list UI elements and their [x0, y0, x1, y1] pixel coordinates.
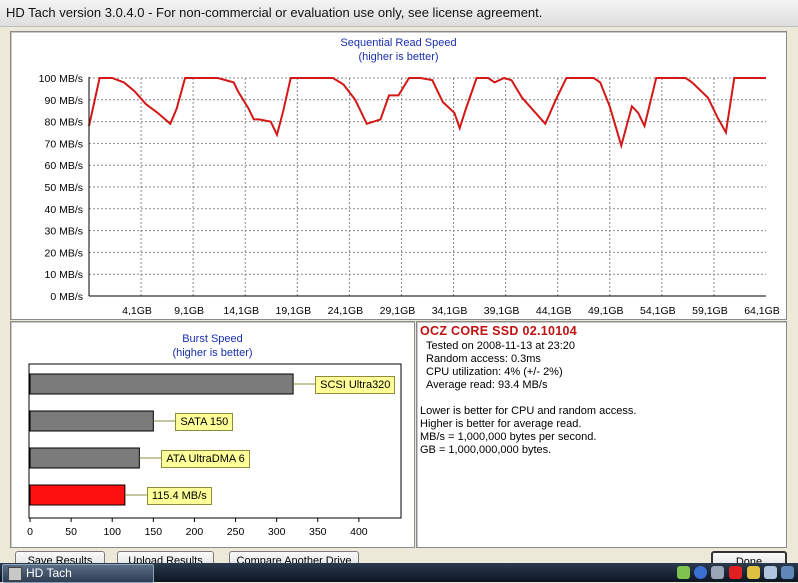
y-tick-label: 40 MB/s	[44, 204, 83, 216]
note-gb-definition: GB = 1,000,000,000 bytes.	[420, 444, 552, 456]
x-tick-label: 64,1GB	[744, 305, 780, 317]
x-tick-label: 19,1GB	[276, 305, 312, 317]
burst-x-tick-label: 0	[27, 526, 33, 538]
y-tick-label: 0 MB/s	[50, 291, 83, 303]
burst-x-tick-label: 100	[103, 526, 121, 538]
burst-speed-panel: Burst Speed (higher is better) 0 50 100 150…	[10, 321, 415, 548]
hdtach-app-icon	[8, 567, 22, 581]
y-tick-label: 50 MB/s	[44, 182, 83, 194]
cpu-utilization: CPU utilization: 4% (+/- 2%)	[426, 366, 563, 378]
note-lower-better: Lower is better for CPU and random acces…	[420, 405, 637, 417]
burst-x-tick-label: 400	[350, 526, 368, 538]
bar-current-drive	[29, 484, 126, 506]
x-tick-label: 4,1GB	[122, 305, 152, 317]
power-icon[interactable]	[747, 566, 760, 579]
taskbar-item-hdtach[interactable]: HD Tach	[2, 564, 154, 583]
tested-date: Tested on 2008-11-13 at 23:20	[426, 340, 576, 352]
y-tick-label: 10 MB/s	[44, 269, 83, 281]
label-ata-udma6: ATA UltraDMA 6	[161, 450, 250, 468]
drive-info-panel: OCZ CORE SSD 02.10104 Tested on 2008-11-…	[416, 321, 787, 548]
burst-x-tick-label: 250	[227, 526, 245, 538]
x-tick-label: 34,1GB	[432, 305, 468, 317]
x-tick-label: 9,1GB	[174, 305, 204, 317]
window-title: HD Tach version 3.0.4.0 - For non-commer…	[6, 5, 543, 20]
burst-x-tick-label: 150	[145, 526, 163, 538]
volume-icon[interactable]	[764, 566, 777, 579]
disk-icon[interactable]	[711, 566, 724, 579]
x-tick-label: 54,1GB	[640, 305, 676, 317]
info-icon[interactable]	[694, 566, 707, 579]
label-scsi-ultra320: SCSI Ultra320	[315, 376, 396, 394]
y-tick-label: 30 MB/s	[44, 226, 83, 238]
note-mbs-definition: MB/s = 1,000,000 bytes per second.	[420, 431, 597, 443]
monitor-icon[interactable]	[781, 566, 794, 579]
sequential-read-panel: Sequential Read Speed (higher is better)…	[10, 31, 787, 320]
burst-x-tick-label: 200	[186, 526, 204, 538]
x-tick-label: 29,1GB	[380, 305, 416, 317]
x-tick-label: 49,1GB	[588, 305, 624, 317]
sequential-read-chart: 0 MB/s 10 MB/s 20 MB/s 30 MB/s 40 MB/s 50 MB/…	[39, 73, 780, 317]
burst-x-tick-label: 50	[65, 526, 77, 538]
x-tick-label: 39,1GB	[484, 305, 520, 317]
x-tick-label: 59,1GB	[692, 305, 728, 317]
y-tick-label: 80 MB/s	[44, 117, 83, 129]
drive-name: OCZ CORE SSD 02.10104	[420, 324, 578, 338]
taskbar: HD Tach	[0, 563, 798, 583]
burst-x-tick-label: 350	[309, 526, 327, 538]
bar-sata-150	[29, 410, 154, 432]
y-tick-label: 70 MB/s	[44, 138, 83, 150]
bar-ata-udma6	[29, 447, 140, 469]
title-bar: HD Tach version 3.0.4.0 - For non-commer…	[0, 0, 798, 27]
label-current-drive: 115.4 MB/s	[146, 487, 212, 505]
bar-scsi-ultra320	[29, 373, 294, 395]
y-tick-label: 100 MB/s	[39, 73, 83, 85]
x-tick-label: 14,1GB	[223, 305, 259, 317]
burst-speed-chart: 0 50 100 150 200 250 300 350 400	[27, 363, 402, 538]
label-sata-150: SATA 150	[175, 413, 234, 431]
x-tick-label: 24,1GB	[328, 305, 364, 317]
y-tick-label: 90 MB/s	[44, 95, 83, 107]
burst-x-tick-label: 300	[268, 526, 286, 538]
network-icon[interactable]	[677, 566, 690, 579]
average-read: Average read: 93.4 MB/s	[426, 379, 548, 391]
y-tick-label: 60 MB/s	[44, 160, 83, 172]
y-tick-label: 20 MB/s	[44, 247, 83, 259]
x-tick-label: 44,1GB	[536, 305, 572, 317]
random-access: Random access: 0.3ms	[426, 353, 541, 365]
taskbar-item-label: HD Tach	[26, 566, 72, 580]
antivirus-icon[interactable]	[729, 566, 742, 579]
note-higher-better: Higher is better for average read.	[420, 418, 582, 430]
